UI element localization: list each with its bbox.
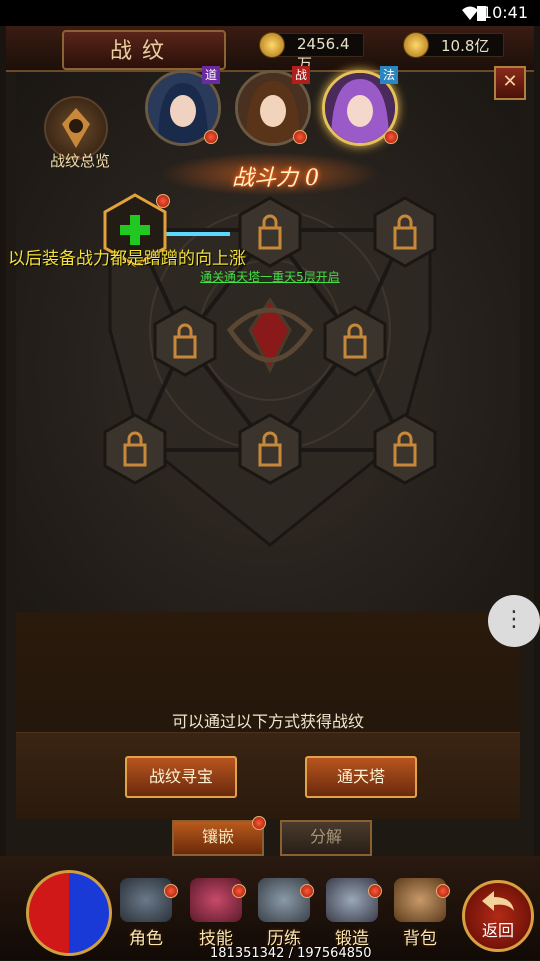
tower-button[interactable]: 通天塔 [305, 756, 417, 798]
close-button[interactable]: ✕ [494, 66, 526, 100]
rune-slot-locked[interactable] [153, 305, 217, 377]
notification-dot [293, 130, 307, 144]
back-label: 返回 [481, 921, 514, 940]
rune-slot-locked[interactable] [373, 413, 437, 485]
subtitle-overlay: 以后装备战力都是蹭蹭的向上涨 [8, 249, 246, 269]
class-tag: 道 [202, 66, 220, 84]
exp-readout: 181351342 / 197564850 [210, 946, 372, 961]
rune-slot-locked[interactable] [103, 413, 167, 485]
yuanbao-icon [403, 32, 429, 58]
class-tag: 法 [380, 66, 398, 84]
rune-slot-locked[interactable] [238, 196, 302, 268]
yuanbao-value: 10.8亿 [441, 37, 490, 55]
nav-bag-label: 背包 [403, 929, 437, 949]
combat-power: 战斗力 0 [232, 160, 319, 192]
notification-dot [436, 884, 450, 898]
notification-dot [232, 884, 246, 898]
page-title: 战纹 [109, 39, 174, 64]
acquire-band [16, 732, 520, 819]
notification-dot [368, 884, 382, 898]
rune-overview-label: 战纹总览 [49, 152, 110, 170]
gold-ingot-icon [259, 32, 285, 58]
tab-decompose[interactable]: 分解 [280, 820, 372, 856]
rune-slot-locked[interactable] [323, 305, 387, 377]
yuanbao-counter: 10.8亿 [403, 32, 504, 58]
notification-dot [384, 130, 398, 144]
notification-dot [204, 130, 218, 144]
tab-inlay[interactable]: 镶嵌 [172, 820, 264, 856]
back-button[interactable]: 返回 [462, 880, 534, 952]
nav-character-label: 角色 [129, 929, 163, 949]
notification-dot [156, 194, 170, 208]
notification-dot [300, 884, 314, 898]
combat-power-label: 战斗力 [232, 166, 299, 191]
taiji-orb-icon[interactable] [26, 870, 112, 956]
class-tag: 战 [292, 66, 310, 84]
notification-dot [164, 884, 178, 898]
gold-counter: 2456.4万 [259, 32, 364, 73]
rune-emblem-icon [62, 108, 90, 148]
combat-power-value: 0 [305, 166, 320, 191]
more-options-button[interactable]: ⋮ [488, 595, 540, 647]
rune-slot-locked[interactable] [373, 196, 437, 268]
notification-dot [252, 816, 266, 830]
back-arrow-icon [482, 891, 514, 911]
unlock-hint-link[interactable]: 通关通天塔一重天5层开启 [150, 268, 390, 285]
rune-slot-locked[interactable] [238, 413, 302, 485]
helmet-icon [120, 878, 172, 922]
acquire-hint: 可以通过以下方式获得战纹 [171, 712, 364, 731]
rune-treasure-button[interactable]: 战纹寻宝 [125, 756, 237, 798]
